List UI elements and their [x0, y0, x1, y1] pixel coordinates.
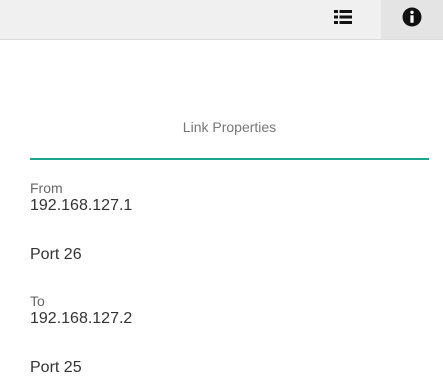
- title-divider: [30, 158, 429, 160]
- top-toolbar: [0, 0, 443, 40]
- from-label: From: [30, 180, 63, 196]
- from-port: Port 26: [30, 246, 82, 263]
- list-icon: [334, 10, 352, 29]
- panel-title: Link Properties: [182, 119, 277, 135]
- info-icon: [402, 7, 422, 32]
- to-port: Port 25: [30, 359, 82, 376]
- from-address: 192.168.127.1: [30, 197, 133, 214]
- to-label: To: [30, 293, 45, 309]
- link-properties-app: Link Properties From 192.168.127.1 Port …: [0, 0, 443, 391]
- list-view-button[interactable]: [318, 0, 368, 39]
- info-button[interactable]: [381, 0, 443, 39]
- to-address: 192.168.127.2: [30, 310, 133, 327]
